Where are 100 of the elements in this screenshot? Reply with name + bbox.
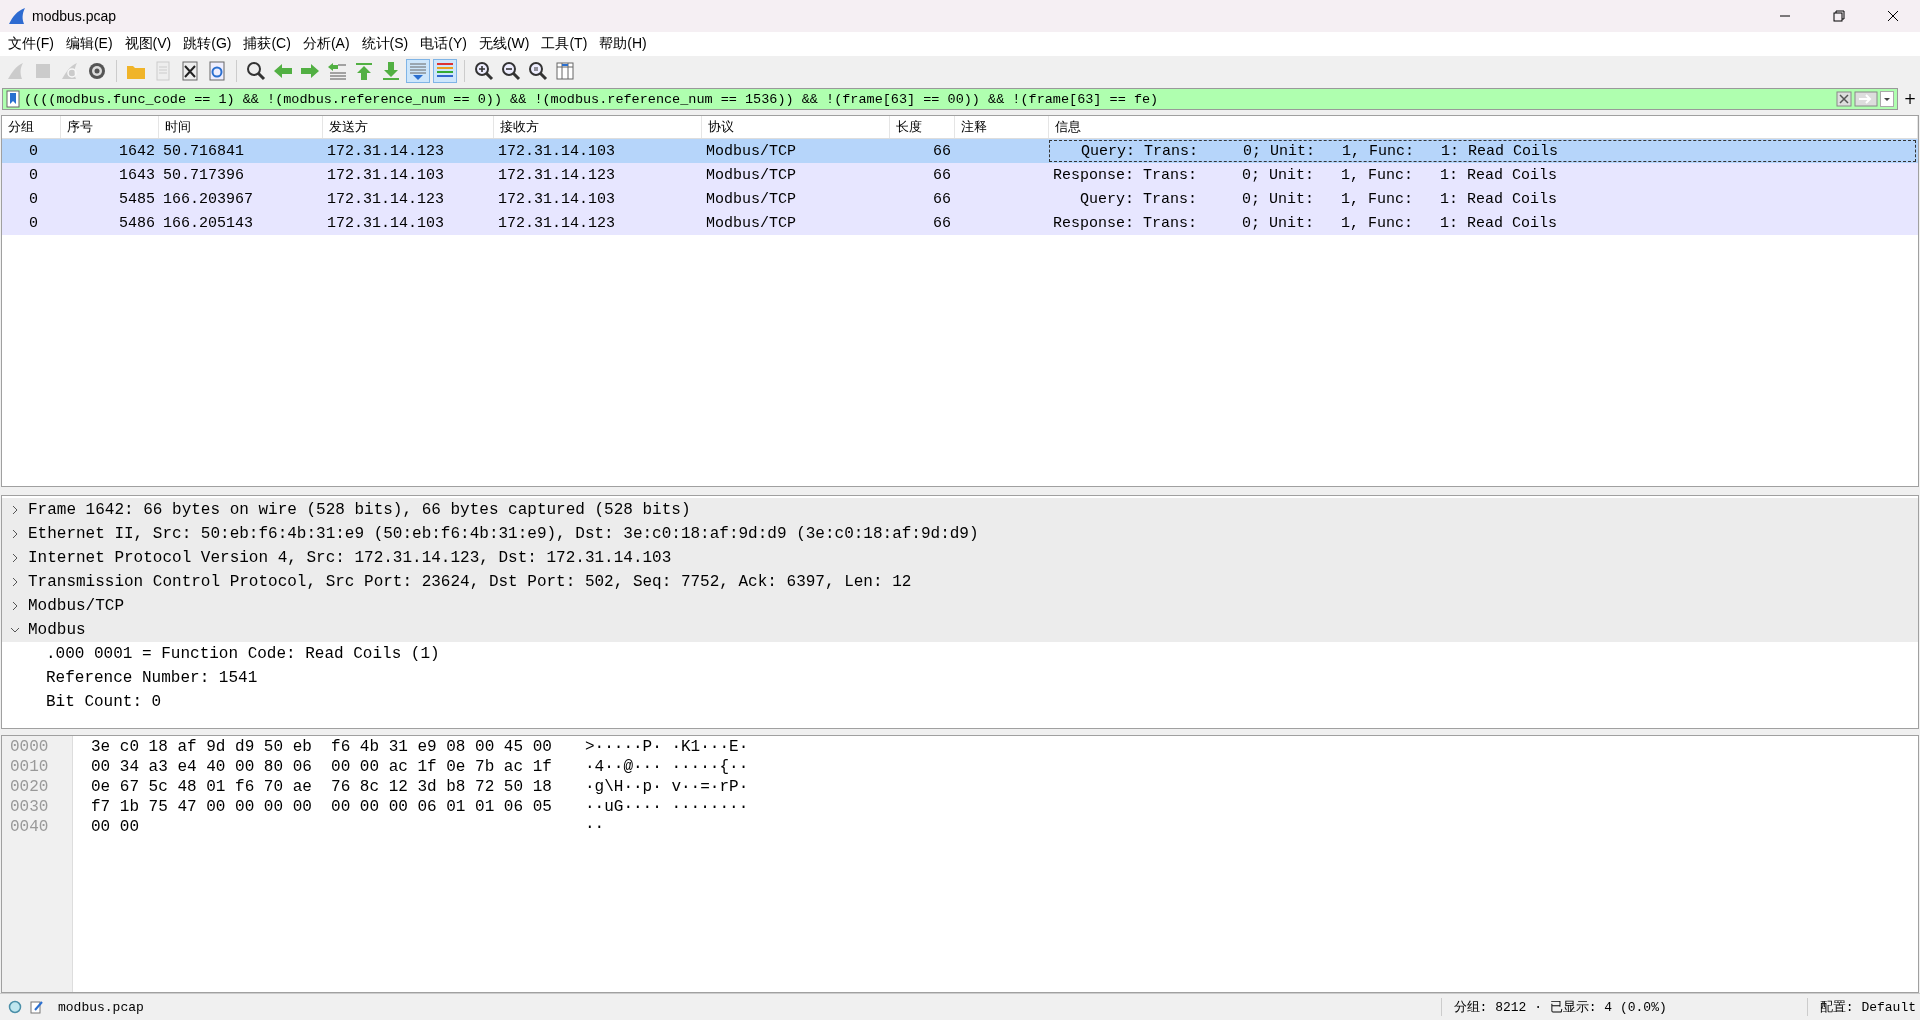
menu-item[interactable]: 分析(A) (296, 33, 356, 55)
tree-item[interactable]: Frame 1642: 66 bytes on wire (528 bits), 66 bytes captured (528 bits) (2, 498, 1918, 522)
search-icon[interactable] (244, 59, 268, 83)
column-header[interactable]: 长度 (890, 116, 955, 138)
table-cell-text: 166.205143 (162, 213, 254, 234)
bookmark-icon[interactable] (6, 90, 20, 108)
packet-row[interactable]: 0 5486 166.205143 172.31.14.103 172.31.14.123 Modbus/TCP 66 Response: Trans: 0; Unit: 1, Func: 1: Read Coils (2, 211, 1918, 235)
table-cell-text: 0 (28, 213, 39, 234)
tree-item[interactable]: Ethernet II, Src: 50:eb:f6:4b:31:e9 (50:eb:f6:4b:31:e9), Dst: 3e:c0:18:af:9d:d9 (3e:c0:18:af:9d:d9) (2, 522, 1918, 546)
ascii-text: ·4··@··· ·····{·· (585, 758, 749, 778)
menu-item[interactable]: 编辑(E) (59, 33, 119, 55)
chevron-right-icon[interactable] (10, 553, 20, 563)
menu-item[interactable]: 跳转(G) (177, 33, 238, 55)
chevron-right-icon[interactable] (10, 505, 20, 515)
hex-bytes: 3e c0 18 af 9d d9 50 eb f6 4b 31 e9 08 00 45 00 (91, 738, 553, 758)
table-cell-text: 50.716841 (162, 141, 245, 162)
column-header[interactable]: 发送方 (323, 116, 494, 138)
table-cell-text: 5485 (118, 189, 156, 210)
table-cell-text: 0 (28, 141, 39, 162)
table-cell-text: 172.31.14.123 (326, 189, 446, 210)
autoscroll-icon[interactable] (406, 59, 430, 83)
table-cell-text: 172.31.14.103 (326, 165, 446, 186)
chevron-down-icon[interactable] (10, 625, 20, 635)
menu-item[interactable]: 捕获(C) (237, 33, 297, 55)
ascii-text: ··uG···· ········ (585, 798, 749, 818)
hex-bytes: 0e 67 5c 48 01 f6 70 ae 76 8c 12 3d b8 72 50 18 (91, 778, 553, 798)
table-cell-text: 5486 (118, 213, 156, 234)
offset-label: 0040 (10, 818, 50, 838)
offset-label: 0000 (10, 738, 50, 758)
columns-icon[interactable] (553, 59, 577, 83)
table-cell-text: Modbus/TCP (705, 141, 797, 162)
file-name: modbus.pcap (58, 999, 144, 1015)
packet-count: 分组: 8212 · 已显示: 4 (0.0%) (1440, 998, 1807, 1016)
window-title: modbus.pcap (32, 8, 117, 24)
table-cell-text: 1642 (118, 141, 156, 162)
table-cell-text: 0 (28, 189, 39, 210)
add-filter-button[interactable]: + (1902, 90, 1918, 108)
menu-item[interactable]: 文件(F) (2, 33, 60, 55)
offset-label: 0010 (10, 758, 50, 778)
table-cell-text: 166.203967 (162, 189, 254, 210)
hex-bytes: 00 00 (91, 818, 140, 838)
column-header[interactable]: 接收方 (494, 116, 702, 138)
menu-item[interactable]: 帮助(H) (593, 33, 653, 55)
packet-row[interactable]: 0 1643 50.717396 172.31.14.103 172.31.14.123 Modbus/TCP 66 Response: Trans: 0; Unit: 1, Func: 1: Read Coils (2, 163, 1918, 187)
column-header[interactable]: 序号 (61, 116, 159, 138)
table-cell-text: 172.31.14.123 (326, 141, 446, 162)
table-cell-text: 172.31.14.123 (497, 213, 617, 234)
chevron-right-icon[interactable] (10, 601, 20, 611)
menu-item[interactable]: 工具(T) (535, 33, 594, 55)
zoom-out-icon[interactable] (499, 59, 523, 83)
tree-item[interactable]: Transmission Control Protocol, Src Port: 23624, Dst Port: 502, Seq: 7752, Ack: 6397, Len: 12 (2, 570, 1918, 594)
packet-row[interactable]: 0 1642 50.716841 172.31.14.123 172.31.14.103 Modbus/TCP 66 Query: Trans: 0; Unit: 1, Func: 1: Read Coils (2, 139, 1918, 163)
offset-label: 0030 (10, 798, 50, 818)
table-cell-text: 66 (932, 141, 952, 162)
table-cell-text: Modbus/TCP (705, 213, 797, 234)
clear-icon[interactable] (1836, 91, 1852, 107)
chevron-right-icon[interactable] (10, 529, 20, 539)
dropdown-icon[interactable] (1880, 91, 1894, 107)
table-cell-text: Response: Trans: 0; Unit: 1, Func: 1: Read Coils (1052, 165, 1559, 186)
table-cell-text: 66 (932, 165, 952, 186)
table-cell-text: 172.31.14.103 (497, 141, 617, 162)
tree-item[interactable]: Modbus/TCP (2, 594, 1918, 618)
colorize-icon[interactable] (433, 59, 457, 83)
menu-item[interactable]: 统计(S) (355, 33, 415, 55)
menu-item[interactable]: 无线(W) (472, 33, 536, 55)
column-header[interactable]: 协议 (702, 116, 890, 138)
hex-bytes: f7 1b 75 47 00 00 00 00 00 00 00 06 01 01 06 05 (91, 798, 553, 818)
table-cell-text: 172.31.14.103 (326, 213, 446, 234)
table-cell-text: 66 (932, 189, 952, 210)
shark-fin-icon (8, 7, 26, 25)
table-cell-text: 172.31.14.123 (497, 165, 617, 186)
table-cell-text: Response: Trans: 0; Unit: 1, Func: 1: Read Coils (1052, 213, 1559, 234)
table-cell-text: 1643 (118, 165, 156, 186)
table-cell-text: Query: Trans: 0; Unit: 1, Func: 1: Read Coils (1079, 189, 1559, 210)
table-cell-text: 50.717396 (162, 165, 245, 186)
status-circle-icon[interactable] (8, 1000, 22, 1014)
close-icon[interactable] (1887, 10, 1899, 22)
column-header[interactable]: 分组 (2, 116, 61, 138)
column-header[interactable]: 注释 (955, 116, 1049, 138)
table-cell-text: Modbus/TCP (705, 189, 797, 210)
edit-icon[interactable] (30, 1000, 44, 1014)
ascii-text: ·g\H··p· v··=·rP· (585, 778, 749, 798)
table-cell-text: 0 (28, 165, 39, 186)
table-cell-text: 66 (932, 213, 952, 234)
tree-item[interactable]: Modbus (2, 618, 1918, 642)
zoom-in-icon[interactable] (472, 59, 496, 83)
zoom-reset-icon[interactable] (526, 59, 550, 83)
menu-item[interactable]: 视图(V) (118, 33, 178, 55)
profile-label[interactable]: 配置: Default (1806, 998, 1920, 1016)
table-cell-text: Modbus/TCP (705, 165, 797, 186)
tree-item[interactable]: Internet Protocol Version 4, Src: 172.31.14.123, Dst: 172.31.14.103 (2, 546, 1918, 570)
table-cell: Query: Trans: 0; Unit: 1, Func: 1: Read Coils (1049, 140, 1916, 162)
column-header[interactable]: 信息 (1049, 116, 1918, 138)
ascii-text: ·· (585, 818, 606, 838)
packet-row[interactable]: 0 5485 166.203967 172.31.14.123 172.31.14.103 Modbus/TCP 66 Query: Trans: 0; Unit: 1, Func: 1: Read Coils (2, 187, 1918, 211)
chevron-right-icon[interactable] (10, 577, 20, 587)
restore-icon[interactable] (1833, 10, 1845, 22)
menu-item[interactable]: 电话(Y) (414, 33, 473, 55)
column-header[interactable]: 时间 (159, 116, 323, 138)
offset-label: 0020 (10, 778, 50, 798)
